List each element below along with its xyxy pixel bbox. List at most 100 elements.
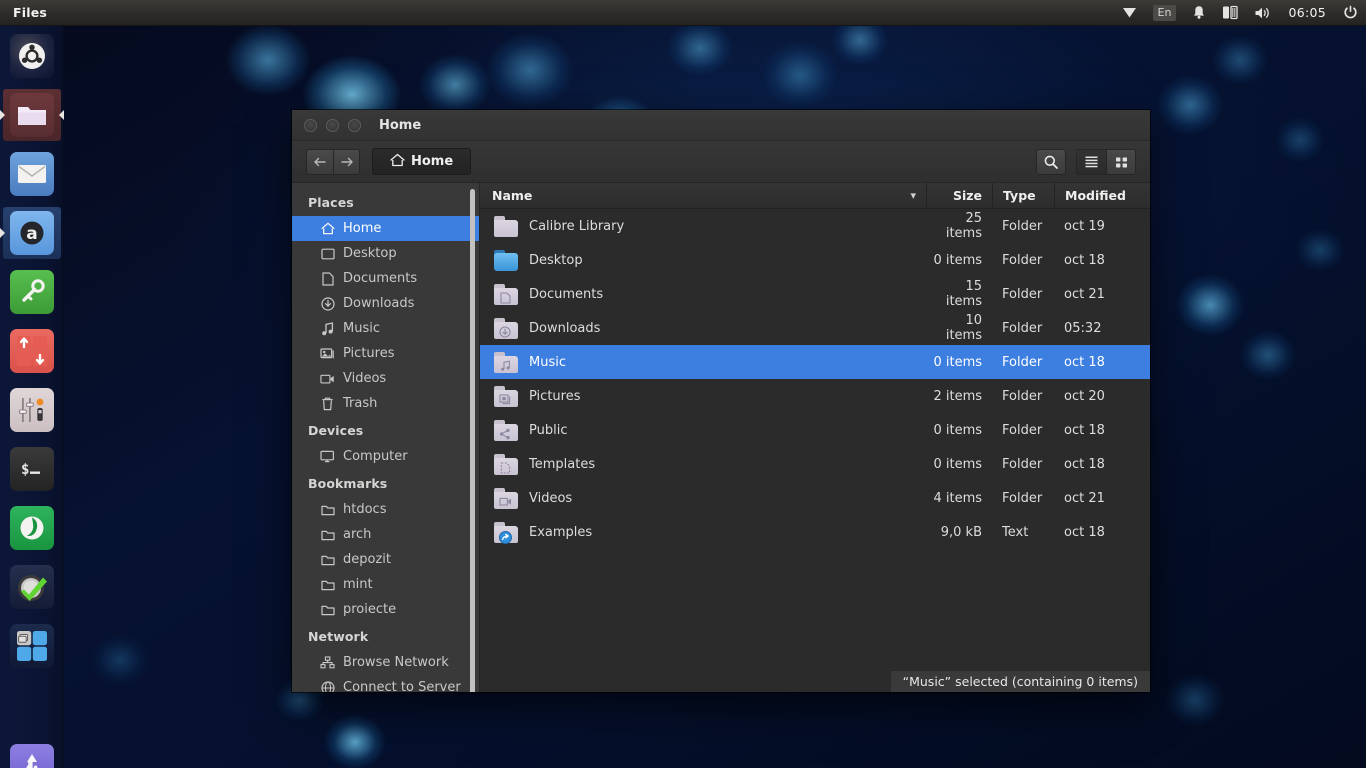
launcher-item-mixer[interactable] <box>0 380 64 439</box>
table-row[interactable]: Public 0 items Folder oct 18 <box>480 413 1150 447</box>
sidebar-item-browse-network[interactable]: Browse Network <box>292 650 480 675</box>
launcher-item-terminal[interactable]: $ <box>0 439 64 498</box>
forward-button[interactable] <box>333 148 360 175</box>
mixer-icon <box>10 387 54 432</box>
keyboard-layout-label: En <box>1152 4 1177 21</box>
file-manager-window: Home Home Places Home Desktop Documents … <box>292 110 1150 692</box>
keyboard-indicator[interactable]: En <box>1145 0 1185 26</box>
launcher-item-files[interactable] <box>0 85 64 144</box>
launcher-item-transfer[interactable] <box>0 321 64 380</box>
list-view-icon[interactable] <box>1076 148 1106 175</box>
panel-app-menu-title[interactable]: Files <box>13 5 47 20</box>
folder-plain-icon <box>494 215 518 237</box>
grid-view-icon[interactable] <box>1106 148 1136 175</box>
network-icon <box>320 655 335 670</box>
breadcrumb-home[interactable]: Home <box>372 148 472 175</box>
table-row[interactable]: Pictures 2 items Folder oct 20 <box>480 379 1150 413</box>
wifi-icon[interactable] <box>1114 0 1145 26</box>
sidebar-item-computer[interactable]: Computer <box>292 444 480 469</box>
file-name-cell: Public <box>480 419 926 441</box>
launcher-item-workspace[interactable] <box>0 616 64 675</box>
column-headers: Name ▾ Size Type Modified <box>480 182 1150 209</box>
amazon-icon: a <box>10 210 54 255</box>
sidebar-item-htdocs[interactable]: htdocs <box>292 497 480 522</box>
folder-downloads-icon <box>494 317 518 339</box>
column-header-size[interactable]: Size <box>926 182 992 209</box>
sidebar-scrollbar[interactable] <box>470 189 475 692</box>
back-button[interactable] <box>306 148 333 175</box>
file-name-label: Videos <box>529 490 573 506</box>
sidebar-heading-devices: Devices <box>308 423 364 438</box>
sidebar-item-videos[interactable]: Videos <box>292 366 480 391</box>
launcher-item-dash[interactable] <box>0 26 64 85</box>
file-name-cell: Calibre Library <box>480 215 926 237</box>
table-row[interactable]: Videos 4 items Folder oct 21 <box>480 481 1150 515</box>
maximize-button[interactable] <box>348 118 361 132</box>
sidebar-item-arch[interactable]: arch <box>292 522 480 547</box>
launcher-item-browser[interactable] <box>0 498 64 557</box>
system-tray: En 06:05 <box>1114 0 1366 26</box>
sidebar-item-downloads[interactable]: Downloads <box>292 291 480 316</box>
table-row[interactable]: Examples 9,0 kB Text oct 18 <box>480 515 1150 549</box>
browser-icon <box>10 505 54 550</box>
file-type-cell: Folder <box>1002 286 1043 302</box>
power-icon[interactable] <box>1335 0 1366 26</box>
launcher-item-trash[interactable] <box>0 736 64 768</box>
sidebar-item-proiecte[interactable]: proiecte <box>292 597 480 622</box>
table-row[interactable]: Calibre Library 25 items Folder oct 19 <box>480 209 1150 243</box>
folder-pictures-icon <box>494 385 518 407</box>
minimize-button[interactable] <box>326 118 339 132</box>
table-row[interactable]: Desktop 0 items Folder oct 18 <box>480 243 1150 277</box>
launcher-item-keyring[interactable] <box>0 262 64 321</box>
files-icon <box>10 92 54 137</box>
battery-icon[interactable] <box>1214 0 1246 26</box>
computer-icon <box>320 449 335 464</box>
clock[interactable]: 06:05 <box>1279 5 1335 20</box>
table-row[interactable]: Downloads 10 items Folder 05:32 <box>480 311 1150 345</box>
column-header-name[interactable]: Name ▾ <box>480 188 926 203</box>
document-icon <box>320 271 335 286</box>
launcher-item-amazon[interactable]: a <box>0 203 64 262</box>
table-row[interactable]: Templates 0 items Folder oct 18 <box>480 447 1150 481</box>
file-modified-cell: oct 18 <box>1064 354 1105 370</box>
column-header-type[interactable]: Type <box>992 182 1054 209</box>
sidebar-item-label: Downloads <box>343 296 415 311</box>
file-type-cell: Folder <box>1002 320 1043 336</box>
bell-icon[interactable] <box>1184 0 1214 26</box>
navigation-buttons <box>306 148 360 175</box>
file-name-label: Public <box>529 422 568 438</box>
file-modified-cell: 05:32 <box>1064 320 1102 336</box>
sidebar-divider <box>479 183 480 692</box>
sidebar-item-depozit[interactable]: depozit <box>292 547 480 572</box>
table-row[interactable]: Documents 15 items Folder oct 21 <box>480 277 1150 311</box>
column-header-modified[interactable]: Modified <box>1054 182 1150 209</box>
svg-text:$: $ <box>21 462 29 478</box>
folder-icon <box>320 527 335 542</box>
search-icon[interactable] <box>1036 148 1066 175</box>
sidebar-item-music[interactable]: Music <box>292 316 480 341</box>
volume-icon[interactable] <box>1246 0 1279 26</box>
download-icon <box>320 296 335 311</box>
window-titlebar[interactable]: Home <box>292 110 1150 141</box>
sidebar-item-connect-to-server[interactable]: Connect to Server <box>292 675 480 692</box>
sidebar-item-label: mint <box>343 577 373 592</box>
launcher-item-taskmanager[interactable] <box>0 557 64 616</box>
launcher-item-mail[interactable] <box>0 144 64 203</box>
transfer-icon <box>10 328 54 373</box>
video-icon <box>320 371 335 386</box>
sidebar-item-desktop[interactable]: Desktop <box>292 241 480 266</box>
window-controls <box>304 118 361 132</box>
table-row[interactable]: Music 0 items Folder oct 18 <box>480 345 1150 379</box>
toolbar-right <box>1036 148 1136 175</box>
file-name-label: Calibre Library <box>529 218 625 234</box>
close-button[interactable] <box>304 118 317 132</box>
sidebar-item-documents[interactable]: Documents <box>292 266 480 291</box>
sidebar-item-home[interactable]: Home <box>292 216 480 241</box>
sidebar-item-mint[interactable]: mint <box>292 572 480 597</box>
sidebar-item-trash[interactable]: Trash <box>292 391 480 416</box>
terminal-icon: $ <box>10 446 54 491</box>
window-body: Places Home Desktop Documents Downloads … <box>292 182 1150 692</box>
launcher-running-pip-left <box>0 109 5 120</box>
file-modified-cell: oct 20 <box>1064 388 1105 404</box>
sidebar-item-pictures[interactable]: Pictures <box>292 341 480 366</box>
